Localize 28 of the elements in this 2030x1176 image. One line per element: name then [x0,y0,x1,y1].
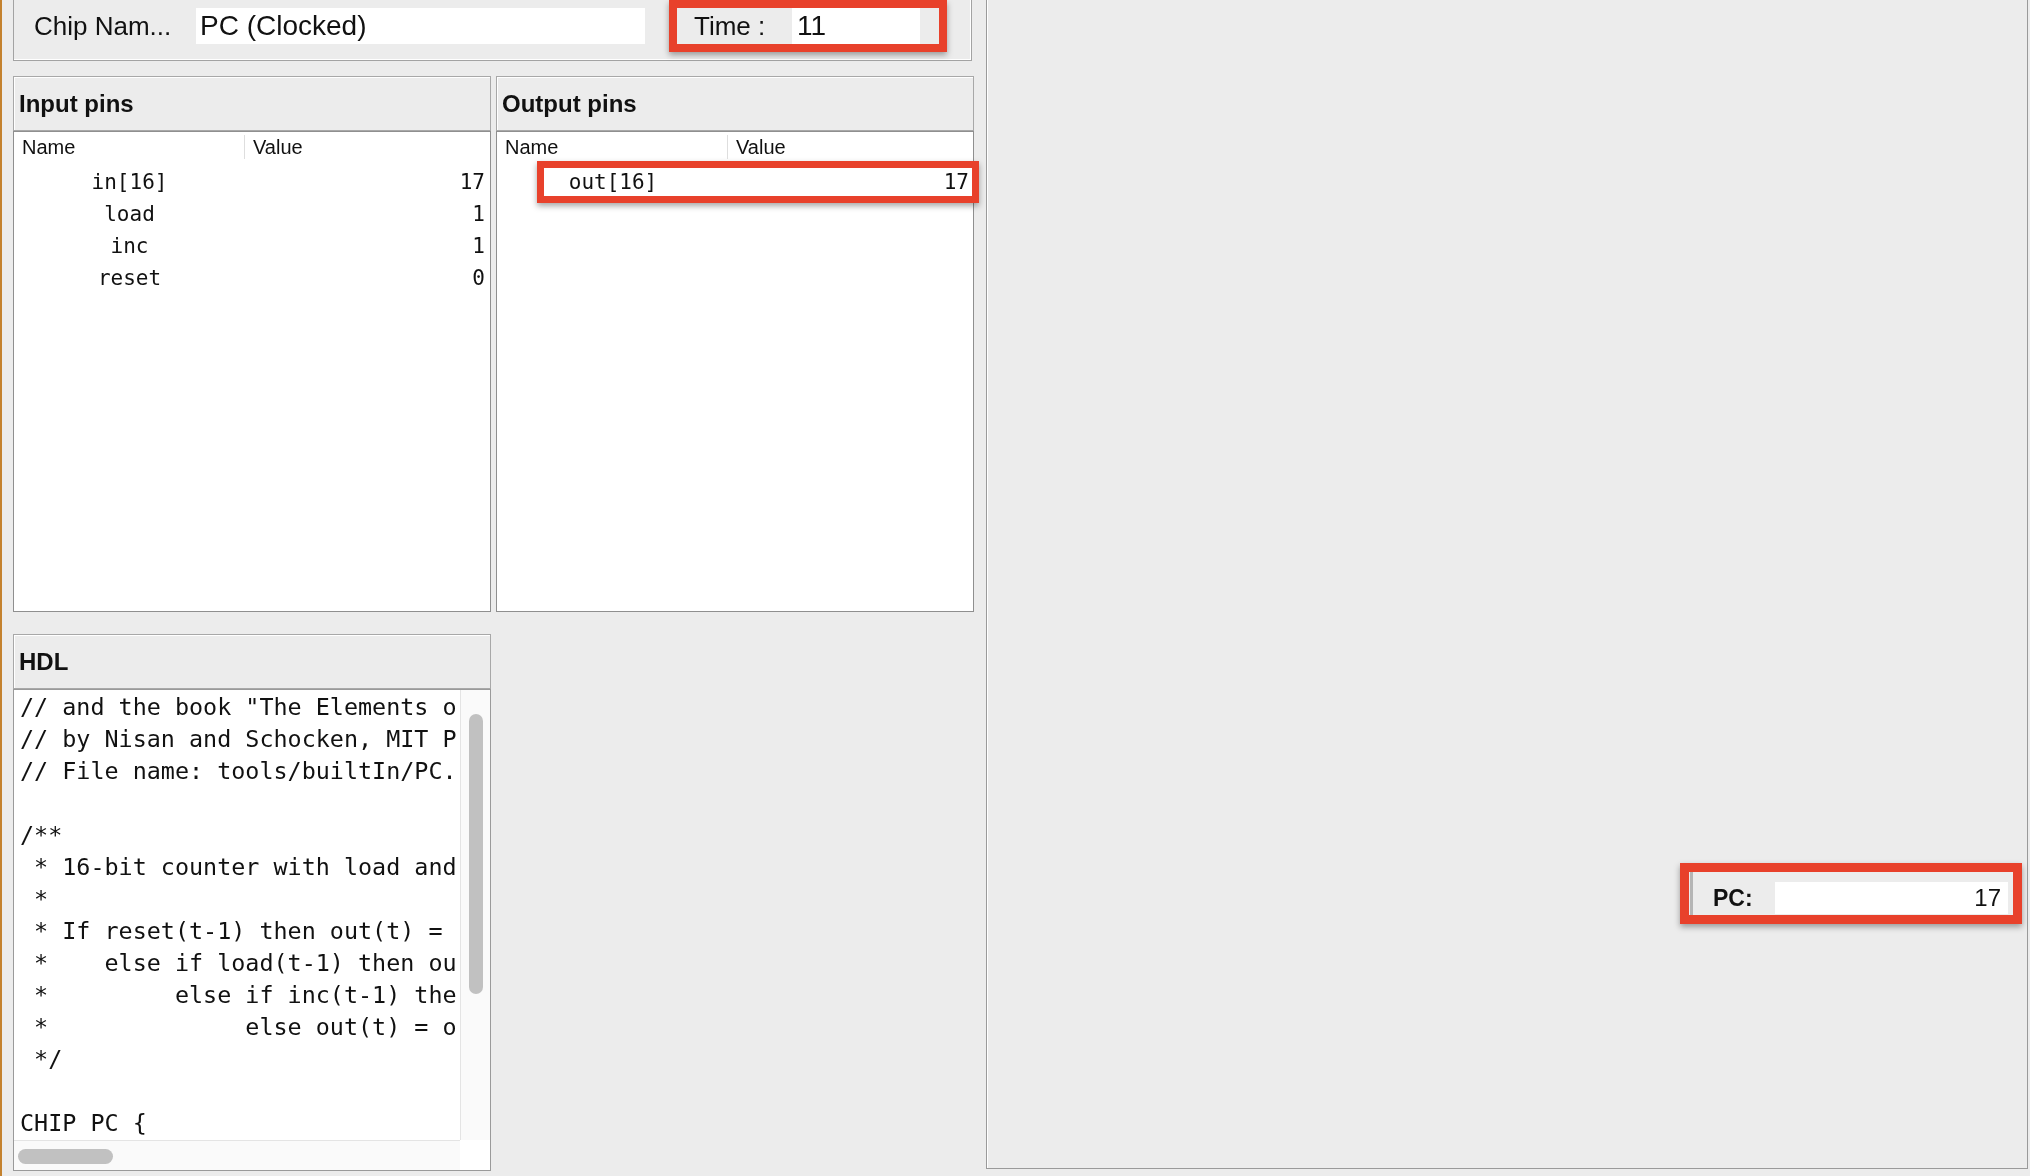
table-cell-text: load [103,201,156,227]
column-header[interactable]: Name [497,134,728,159]
column-header[interactable]: Value [728,134,973,159]
table-cell-text: out[16] [567,169,659,195]
table-cell-text: 1 [471,201,486,227]
vertical-scrollbar[interactable] [460,690,490,1140]
panel-header: Input pins [13,76,491,131]
chip-name-label: Chip Nam... [33,10,173,43]
table-cell-text: 17 [458,169,486,195]
time-label: Time : [693,10,767,43]
hdl-code: // and the book "The Elements o // by Nisan and Schocken, MIT P // File name: tools/builtIn/PC. /** * 16-bit counter with load and * * If reset(t-1) then out(t) = * else if load(t-1) then ou * else if inc(t-1) the * else out(t) = o */ CHIP PC { [19,692,458,1139]
table-cell-text: reset [96,265,163,291]
table-cell-text: 0 [471,265,486,291]
horizontal-scrollbar[interactable] [14,1140,460,1170]
table-cell-text: 17 [942,169,970,195]
chip-name-field[interactable]: PC (Clocked) [196,8,645,44]
scrollbar-thumb[interactable] [18,1149,113,1164]
column-header[interactable]: Name [14,134,245,159]
register-label: PC: [1713,884,1754,913]
panel-header: HDL [13,634,491,689]
time-field[interactable]: 11 [792,8,920,44]
table-cell-text: 1 [471,233,486,259]
panel-header: Output pins [496,76,974,131]
table-cell-text: inc [109,233,150,259]
column-header[interactable]: Value [245,134,490,159]
scrollbar-thumb[interactable] [469,714,483,994]
table-cell-text: in[16] [90,169,169,195]
register-field[interactable]: 17 [1775,882,2008,914]
